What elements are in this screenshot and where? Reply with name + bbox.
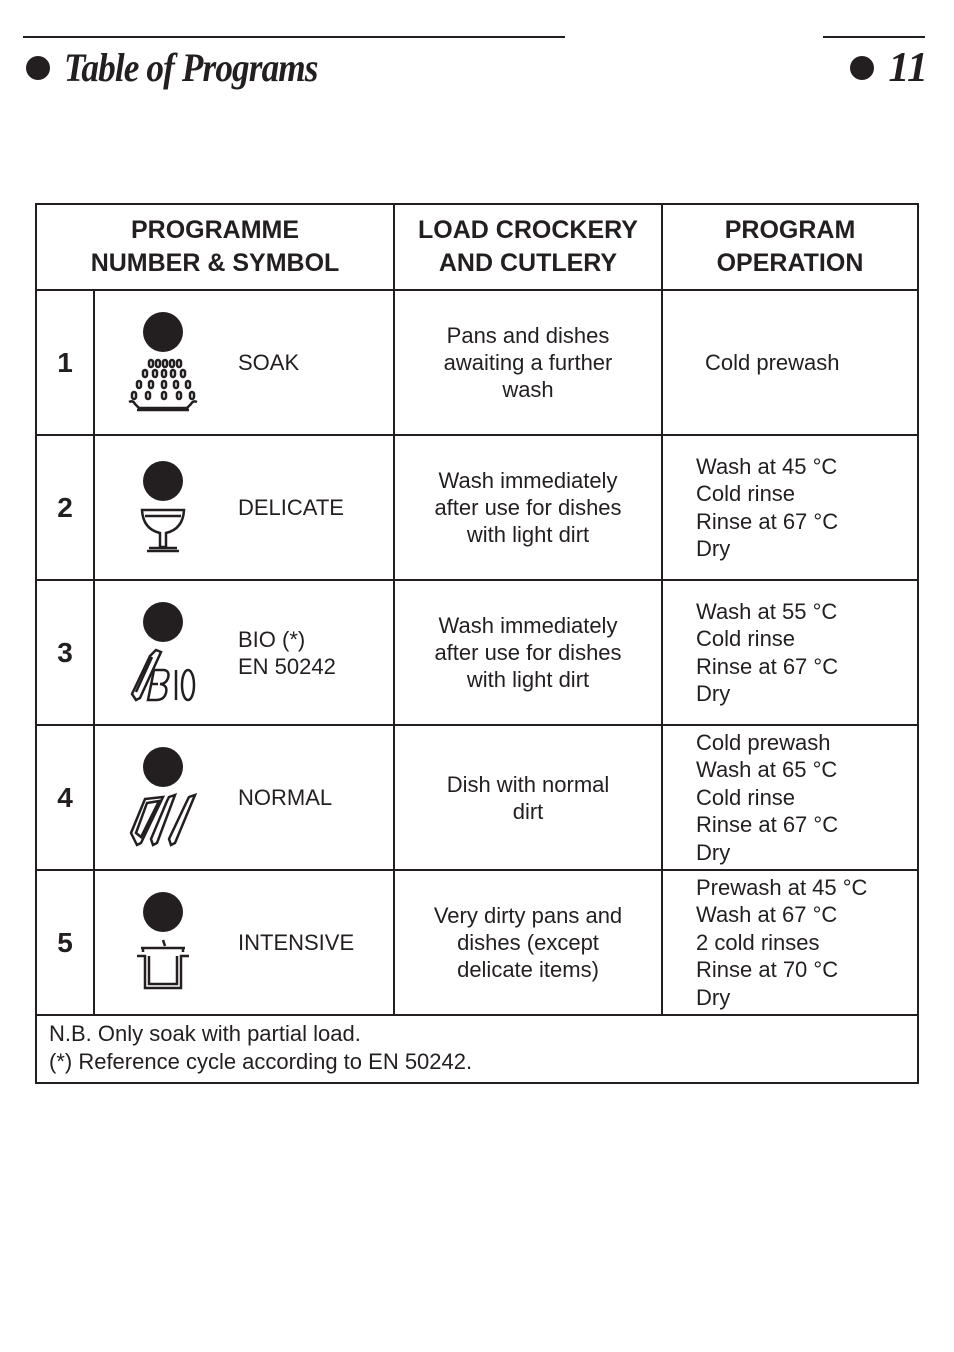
column-header-line: PROGRAMME <box>130 216 300 244</box>
operation-step: Cold rinse <box>696 626 796 651</box>
operation-step: Dry <box>696 839 731 865</box>
load-cell: Dish with normal dirt <box>393 724 663 871</box>
column-header-programme: PROGRAMME NUMBER & SYMBOL <box>35 203 395 291</box>
operation-step: Dry <box>696 681 731 706</box>
operation-step: Rinse at 67 °C <box>696 812 839 838</box>
program-dot-icon <box>143 891 183 932</box>
program-number: 4 <box>35 724 95 871</box>
table-footnote-row: N.B. Only soak with partial load. (*) Re… <box>35 1014 919 1084</box>
operation-step: Wash at 45 °C <box>696 453 838 479</box>
pot-icon <box>137 939 189 989</box>
load-text-line: awaiting a further <box>443 350 613 375</box>
column-header-line: AND CUTLERY <box>438 249 618 277</box>
program-symbol-cell: NORMAL <box>93 724 395 871</box>
page-number: 11 <box>888 45 928 91</box>
load-text-line: after use for dishes <box>434 495 622 520</box>
table-header-row: PROGRAMME NUMBER & SYMBOL LOAD CROCKERY … <box>35 203 919 291</box>
column-header-line: LOAD CROCKERY <box>418 216 638 244</box>
page-header: Table of Programs <box>26 44 352 91</box>
load-text-line: with light dirt <box>466 522 590 547</box>
column-header-line: PROGRAM <box>724 216 856 244</box>
load-text-line: Wash immediately <box>438 613 618 638</box>
load-text-line: dishes (except <box>457 930 599 955</box>
program-number: 5 <box>35 869 95 1016</box>
load-text-line: delicate items) <box>457 957 599 982</box>
operation-step: Wash at 55 °C <box>696 598 838 624</box>
footnote: (*) Reference cycle according to EN 5024… <box>49 1049 473 1074</box>
program-number: 1 <box>35 289 95 436</box>
operation-step: Rinse at 67 °C <box>696 653 839 679</box>
operation-step: Cold rinse <box>696 481 796 506</box>
program-name: NORMAL <box>238 785 333 810</box>
three-plates-icon <box>129 792 198 847</box>
table-row: 2 DELICATE Wash immediately after use fo… <box>35 434 919 581</box>
operation-cell: Prewash at 45 °C Wash at 67 °C 2 cold ri… <box>661 869 919 1016</box>
load-text-line: dirt <box>512 798 544 824</box>
program-symbol-cell: INTENSIVE <box>93 869 395 1016</box>
bio-plate-icon <box>130 648 196 702</box>
program-name: DELICATE <box>238 495 344 520</box>
table-row: 1 SOAK Pans and dishes awaiting a furthe… <box>35 289 919 436</box>
load-cell: Very dirty pans and dishes (except delic… <box>393 869 663 1016</box>
operation-step: Rinse at 67 °C <box>696 508 839 534</box>
load-text-line: with light dirt <box>466 667 590 692</box>
program-number: 3 <box>35 579 95 726</box>
glass-icon <box>140 508 186 552</box>
operation-step: Dry <box>696 536 731 561</box>
table-row: 3 BIO (*) EN 50242 Wash immediately afte… <box>35 579 919 726</box>
operation-cell: Wash at 45 °C Cold rinse Rinse at 67 °C … <box>661 434 919 581</box>
program-symbol-cell: DELICATE <box>93 434 395 581</box>
program-symbol-cell: SOAK <box>93 289 395 436</box>
operation-step: Wash at 65 °C <box>696 757 838 783</box>
operation-cell: Cold prewash Wash at 65 °C Cold rinse Ri… <box>661 724 919 871</box>
header-rule-left <box>23 36 565 38</box>
load-text-line: after use for dishes <box>434 640 622 665</box>
program-standard: EN 50242 <box>238 653 336 679</box>
program-dot-icon <box>143 460 183 501</box>
bullet-icon <box>850 56 875 80</box>
load-cell: Wash immediately after use for dishes wi… <box>393 579 663 726</box>
operation-step: Cold prewash <box>696 729 831 755</box>
column-header-operation: PROGRAM OPERATION <box>661 203 919 291</box>
load-text-line: wash <box>502 377 554 402</box>
operation-step: Prewash at 45 °C <box>696 874 868 900</box>
table-row: 5 INTENSIVE Very dirty pans and dishes (… <box>35 869 919 1016</box>
programs-table: PROGRAMME NUMBER & SYMBOL LOAD CROCKERY … <box>35 203 919 1084</box>
operation-cell: Cold prewash <box>661 289 919 436</box>
page-title: Table of Programs <box>64 45 318 90</box>
operation-step: 2 cold rinses <box>696 929 820 955</box>
program-dot-icon <box>143 311 183 352</box>
load-text-line: Pans and dishes <box>446 323 610 348</box>
operation-cell: Wash at 55 °C Cold rinse Rinse at 67 °C … <box>661 579 919 726</box>
program-dot-icon <box>143 746 183 787</box>
column-header-line: NUMBER & SYMBOL <box>90 249 340 277</box>
load-text-line: Wash immediately <box>438 468 618 493</box>
operation-step: Cold prewash <box>705 349 840 375</box>
operation-step: Dry <box>696 984 731 1010</box>
load-cell: Pans and dishes awaiting a further wash <box>393 289 663 436</box>
load-text-line: Dish with normal <box>446 771 610 797</box>
program-name: SOAK <box>238 350 300 375</box>
footnotes: N.B. Only soak with partial load. (*) Re… <box>35 1014 919 1084</box>
table-row: 4 NORMAL Dish with normal dirt Cold prew… <box>35 724 919 871</box>
program-symbol-cell: BIO (*) EN 50242 <box>93 579 395 726</box>
program-number: 2 <box>35 434 95 581</box>
page-number-block: 11 <box>850 44 928 92</box>
column-header-line: OPERATION <box>716 249 864 277</box>
bullet-icon <box>26 55 50 80</box>
operation-step: Wash at 67 °C <box>696 902 838 928</box>
operation-step: Cold rinse <box>696 784 796 810</box>
program-name: BIO (*) <box>238 626 306 652</box>
footnote: N.B. Only soak with partial load. <box>49 1021 361 1046</box>
load-cell: Wash immediately after use for dishes wi… <box>393 434 663 581</box>
program-dot-icon <box>143 601 183 642</box>
soak-shower-icon <box>128 358 198 411</box>
operation-step: Rinse at 70 °C <box>696 957 839 983</box>
load-text-line: Very dirty pans and <box>433 903 623 928</box>
header-rule-right <box>823 36 925 38</box>
program-name: INTENSIVE <box>238 930 355 955</box>
column-header-load: LOAD CROCKERY AND CUTLERY <box>393 203 663 291</box>
